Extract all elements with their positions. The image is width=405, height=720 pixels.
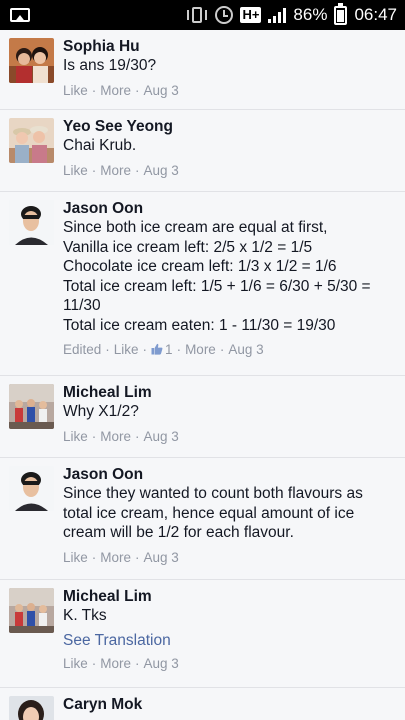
alarm-icon bbox=[215, 6, 234, 24]
like-button[interactable]: Like bbox=[114, 341, 139, 359]
avatar[interactable] bbox=[9, 384, 54, 429]
comment-actions: Like · More · Aug 3 bbox=[63, 428, 179, 446]
comment-date: Aug 3 bbox=[143, 428, 179, 444]
comment-actions: Like · More · Aug 3 bbox=[63, 162, 179, 180]
comment-item: Micheal Lim K. Tks See Translation Like ·… bbox=[0, 580, 405, 688]
comment-text: Why X1/2? bbox=[63, 403, 139, 420]
avatar[interactable] bbox=[9, 118, 54, 163]
avatar[interactable] bbox=[9, 38, 54, 83]
avatar[interactable] bbox=[9, 588, 54, 633]
comment-date: Aug 3 bbox=[143, 82, 179, 98]
more-button[interactable]: More bbox=[100, 428, 131, 446]
avatar[interactable] bbox=[9, 696, 54, 720]
more-button[interactable]: More bbox=[100, 82, 131, 100]
comment-date: Aug 3 bbox=[228, 342, 264, 357]
edited-label[interactable]: Edited bbox=[63, 341, 101, 359]
comment-item: Sophia Hu Is ans 19/30? Like · More · Aug … bbox=[0, 30, 405, 110]
commenter-name[interactable]: Caryn Mok bbox=[63, 695, 395, 714]
comment-text: Since both ice cream are equal at first,… bbox=[63, 219, 371, 334]
see-translation-link[interactable]: See Translation bbox=[63, 631, 395, 651]
comment-text: Chai Krub. bbox=[63, 137, 137, 154]
commenter-name[interactable]: Yeo See Yeong bbox=[63, 117, 395, 136]
like-count[interactable]: 1 bbox=[151, 341, 173, 359]
comment-actions: Like · More · Aug 3 bbox=[63, 82, 179, 100]
battery-icon bbox=[334, 2, 348, 25]
battery-percentage: 86% bbox=[293, 5, 328, 24]
comment-text: K. Tks bbox=[63, 607, 107, 624]
commenter-name[interactable]: Micheal Lim bbox=[63, 587, 395, 606]
comment-date: Aug 3 bbox=[143, 655, 179, 671]
comment-actions: Edited · Like · 1 · More · Aug 3 bbox=[63, 341, 264, 359]
comment-text: Is ans 19/30? bbox=[63, 57, 157, 74]
commenter-name[interactable]: Sophia Hu bbox=[63, 37, 395, 56]
status-bar: H+ 86% 06:47 bbox=[0, 0, 405, 30]
like-button[interactable]: Like bbox=[63, 549, 88, 567]
more-button[interactable]: More bbox=[185, 341, 216, 359]
avatar[interactable] bbox=[9, 200, 54, 245]
signal-strength-icon bbox=[268, 7, 287, 23]
more-button[interactable]: More bbox=[100, 162, 131, 180]
like-button[interactable]: Like bbox=[63, 655, 88, 673]
comment-item: Micheal Lim Why X1/2? Like · More · Aug 3 bbox=[0, 376, 405, 458]
comment-actions: Like · More · Aug 3 bbox=[63, 549, 179, 567]
clock: 06:47 bbox=[354, 5, 397, 24]
comment-date: Aug 3 bbox=[143, 162, 179, 178]
comment-item: Jason Oon Since they wanted to count bot… bbox=[0, 458, 405, 580]
commenter-name[interactable]: Jason Oon bbox=[63, 465, 395, 484]
comment-text: Since they wanted to count both flavours… bbox=[63, 485, 363, 541]
comment-feed: Sophia Hu Is ans 19/30? Like · More · Aug … bbox=[0, 30, 405, 720]
image-notification-icon bbox=[10, 8, 30, 22]
avatar[interactable] bbox=[9, 466, 54, 511]
comment-actions: Like · More · Aug 3 bbox=[63, 655, 179, 673]
comment-date: Aug 3 bbox=[143, 549, 179, 565]
thumbs-up-icon bbox=[151, 343, 163, 355]
like-button[interactable]: Like bbox=[63, 162, 88, 180]
comment-item: Jason Oon Since both ice cream are equal… bbox=[0, 192, 405, 376]
comment-item: Yeo See Yeong Chai Krub. Like · More · Aug… bbox=[0, 110, 405, 192]
more-button[interactable]: More bbox=[100, 549, 131, 567]
more-button[interactable]: More bbox=[100, 655, 131, 673]
comment-item: Caryn Mok bbox=[0, 688, 405, 720]
like-button[interactable]: Like bbox=[63, 82, 88, 100]
like-button[interactable]: Like bbox=[63, 428, 88, 446]
commenter-name[interactable]: Micheal Lim bbox=[63, 383, 395, 402]
vibrate-icon bbox=[186, 7, 208, 23]
network-type-badge: H+ bbox=[240, 7, 262, 23]
commenter-name[interactable]: Jason Oon bbox=[63, 199, 395, 218]
